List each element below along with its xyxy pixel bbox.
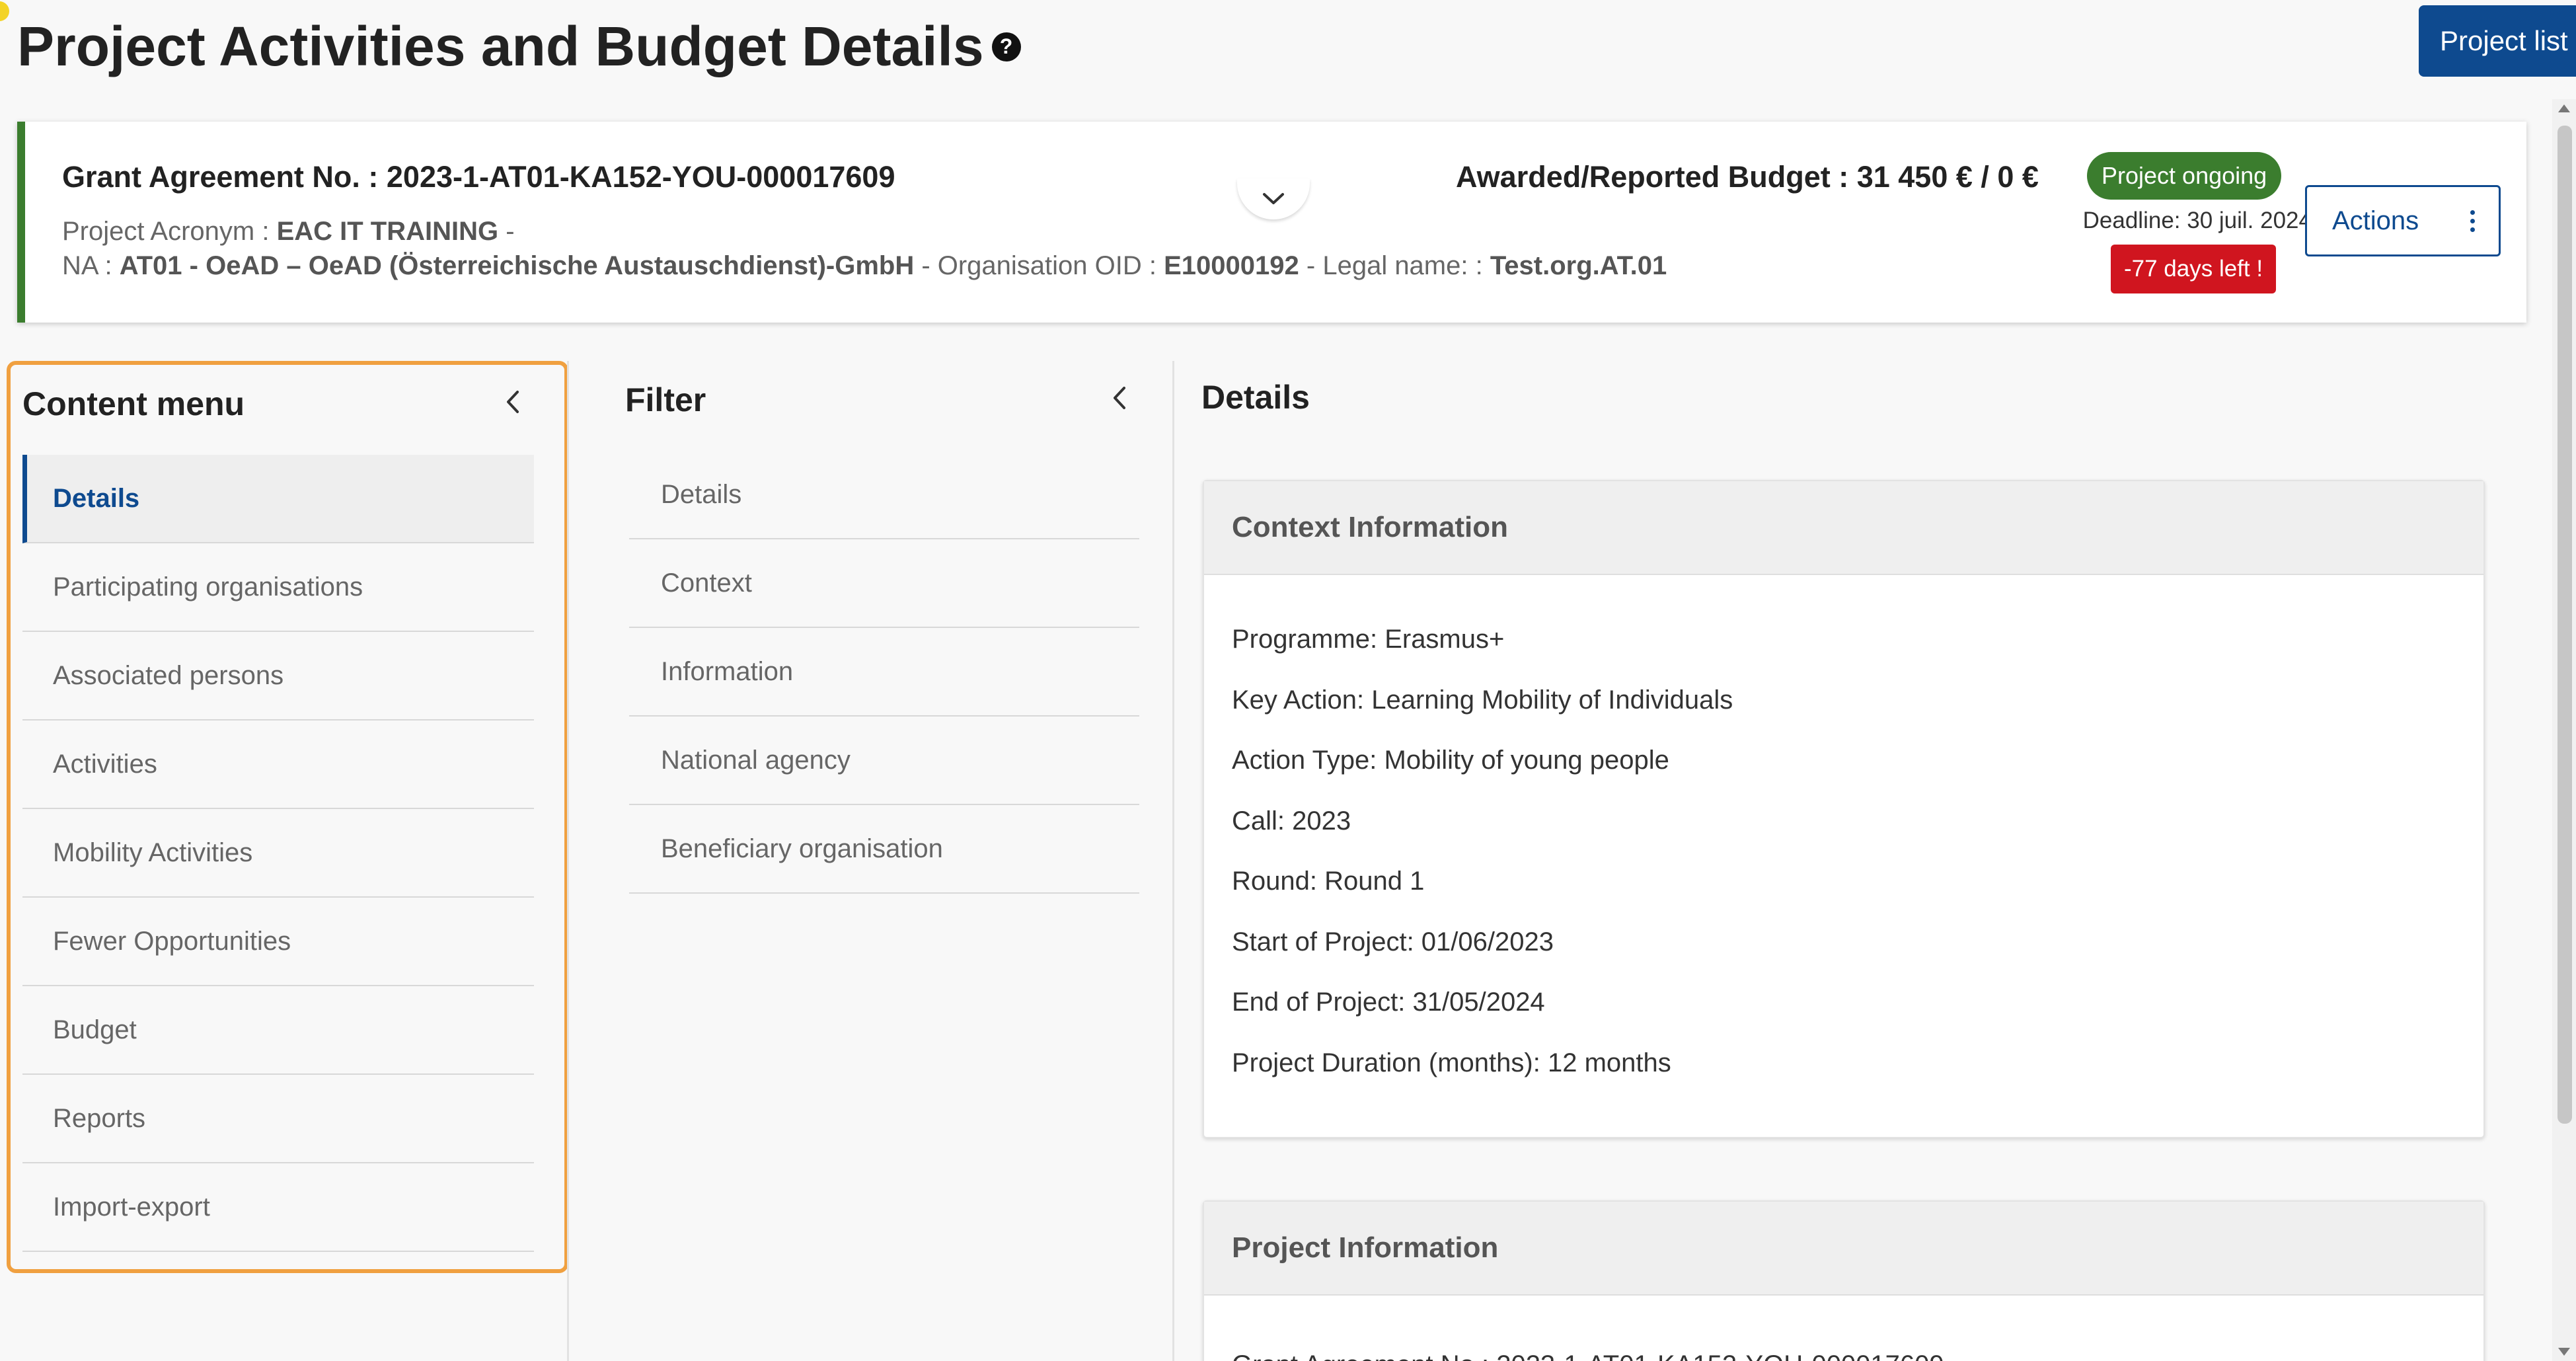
grant-agreement-number: Grant Agreement No. : 2023-1-AT01-KA152-… xyxy=(62,160,895,194)
awarded-budget: Awarded/Reported Budget : 31 450 € / 0 € xyxy=(1456,160,2039,194)
content-menu-item-activities[interactable]: Activities xyxy=(22,720,534,809)
content-menu-item-reports[interactable]: Reports xyxy=(22,1075,534,1163)
field-label: Key Action xyxy=(1232,685,1371,715)
field-key-action: Key ActionLearning Mobility of Individua… xyxy=(1232,683,2456,744)
page: Project Activities and Budget Details ? … xyxy=(0,0,2576,1361)
context-information-title: Context Information xyxy=(1204,481,2483,575)
legal-name-value: Test.org.AT.01 xyxy=(1490,251,1667,280)
content-menu-item-associated-persons[interactable]: Associated persons xyxy=(22,632,534,720)
collapse-content-menu-button[interactable] xyxy=(500,389,526,415)
field-value: 01/06/2023 xyxy=(1421,927,1554,956)
legal-name-label: - Legal name: : xyxy=(1299,251,1490,280)
chevron-left-icon xyxy=(507,391,519,413)
acronym-label: Project Acronym : xyxy=(62,217,277,246)
grant-summary-card: Grant Agreement No. : 2023-1-AT01-KA152-… xyxy=(17,122,2526,323)
page-scrollbar[interactable] xyxy=(2552,99,2576,1361)
field-grant-agreement-no: Grant Agreement No : 2023-1-AT01-KA152-Y… xyxy=(1232,1348,2456,1361)
context-information-body: ProgrammeErasmus+ Key ActionLearning Mob… xyxy=(1204,575,2483,1107)
content-menu-list: Details Participating organisations Asso… xyxy=(22,455,534,1252)
field-project-duration: Project Duration (months)12 months xyxy=(1232,1046,2456,1107)
actions-button[interactable]: Actions xyxy=(2305,185,2501,256)
days-left-badge: -77 days left ! xyxy=(2111,245,2277,293)
panel-divider xyxy=(1172,361,1174,1361)
field-value: Learning Mobility of Individuals xyxy=(1371,685,1733,715)
actions-label: Actions xyxy=(2332,206,2419,235)
field-round: RoundRound 1 xyxy=(1232,865,2456,925)
field-start-of-project: Start of Project01/06/2023 xyxy=(1232,925,2456,986)
content-menu-item-fewer-opportunities[interactable]: Fewer Opportunities xyxy=(22,898,534,986)
page-title: Project Activities and Budget Details ? xyxy=(17,15,1021,79)
field-label: Action Type xyxy=(1232,746,1384,775)
field-value: 12 months xyxy=(1547,1048,1671,1077)
content-menu-title: Content menu xyxy=(22,385,245,422)
field-action-type: Action TypeMobility of young people xyxy=(1232,744,2456,804)
context-information-card: Context Information ProgrammeErasmus+ Ke… xyxy=(1203,480,2485,1138)
content-menu-panel: Content menu Details Participating organ… xyxy=(7,361,568,1273)
content-menu-item-details[interactable]: Details xyxy=(22,455,534,543)
chevron-down-icon xyxy=(1263,193,1284,204)
cursor-indicator xyxy=(0,1,9,21)
filter-item-context[interactable]: Context xyxy=(629,539,1139,628)
content-menu-item-import-export[interactable]: Import-export xyxy=(22,1163,534,1252)
field-value: Round 1 xyxy=(1324,867,1425,896)
details-heading: Details xyxy=(1201,379,1310,416)
field-value: Mobility of young people xyxy=(1384,746,1669,775)
oid-label: - Organisation OID : xyxy=(914,251,1164,280)
project-information-title: Project Information xyxy=(1204,1202,2483,1296)
kebab-menu-icon xyxy=(2470,210,2475,232)
scrollbar-thumb[interactable] xyxy=(2557,126,2572,1124)
filter-title: Filter xyxy=(625,381,706,418)
na-label: NA : xyxy=(62,251,120,280)
na-value: AT01 - OeAD – OeAD (Österreichische Aust… xyxy=(119,251,915,280)
field-label: Programme xyxy=(1232,625,1384,654)
page-title-text: Project Activities and Budget Details xyxy=(17,15,984,77)
acronym-value: EAC IT TRAINING xyxy=(276,217,499,246)
filter-item-beneficiary-organisation[interactable]: Beneficiary organisation xyxy=(629,805,1139,894)
project-acronym-line: Project Acronym : EAC IT TRAINING - xyxy=(62,217,515,247)
content-menu-item-participating-organisations[interactable]: Participating organisations xyxy=(22,543,534,632)
project-information-body: Grant Agreement No : 2023-1-AT01-KA152-Y… xyxy=(1204,1296,2483,1361)
scroll-up-icon[interactable] xyxy=(2558,104,2570,112)
chevron-left-icon xyxy=(1114,387,1125,409)
field-label: Start of Project xyxy=(1232,927,1421,956)
field-label: Round xyxy=(1232,867,1324,896)
field-programme: ProgrammeErasmus+ xyxy=(1232,623,2456,683)
scroll-down-icon[interactable] xyxy=(2558,1348,2570,1356)
field-label: Project Duration (months) xyxy=(1232,1048,1548,1077)
status-badge: Project ongoing xyxy=(2087,152,2282,200)
panel-divider xyxy=(567,361,569,1361)
content-menu-item-budget[interactable]: Budget xyxy=(22,986,534,1075)
field-value: Erasmus+ xyxy=(1384,625,1505,654)
field-call: Call2023 xyxy=(1232,804,2456,865)
field-value: 31/05/2024 xyxy=(1412,988,1545,1017)
field-label: End of Project xyxy=(1232,988,1412,1017)
filter-item-details[interactable]: Details xyxy=(629,451,1139,539)
content-menu-item-mobility-activities[interactable]: Mobility Activities xyxy=(22,809,534,898)
filter-item-information[interactable]: Information xyxy=(629,628,1139,717)
filter-list: Details Context Information National age… xyxy=(629,451,1139,894)
deadline-text: Deadline: 30 juil. 2024 xyxy=(2082,208,2312,233)
field-end-of-project: End of Project31/05/2024 xyxy=(1232,986,2456,1046)
acronym-suffix: - xyxy=(498,217,515,246)
field-value: 2023 xyxy=(1292,806,1351,836)
oid-value: E10000192 xyxy=(1164,251,1299,280)
collapse-filter-button[interactable] xyxy=(1106,385,1133,411)
field-label: Call xyxy=(1232,806,1292,836)
national-agency-line: NA : AT01 - OeAD – OeAD (Österreichische… xyxy=(62,251,1667,281)
project-information-card: Project Information Grant Agreement No :… xyxy=(1203,1200,2485,1361)
filter-item-national-agency[interactable]: National agency xyxy=(629,717,1139,805)
project-list-button[interactable]: Project list xyxy=(2419,5,2576,77)
help-icon[interactable]: ? xyxy=(991,32,1021,61)
